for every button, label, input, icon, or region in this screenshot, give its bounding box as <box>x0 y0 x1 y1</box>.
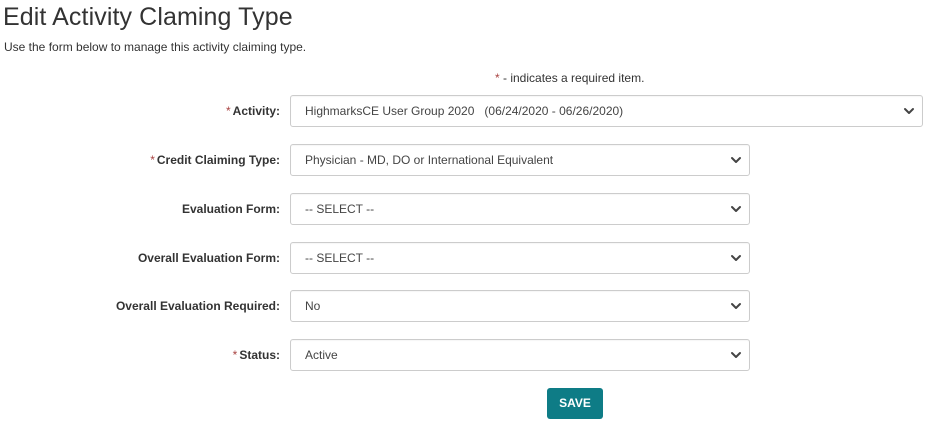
status-select-value: Active <box>305 348 338 362</box>
credit-claiming-type-label: * Credit Claiming Type: <box>150 153 280 167</box>
form-row-status: * Status: Active <box>0 339 931 371</box>
required-star: * <box>232 348 238 362</box>
form-row-credit-claiming-type: * Credit Claiming Type: Physician - MD, D… <box>0 144 931 176</box>
overall-evaluation-form-label: Overall Evaluation Form: <box>137 251 280 265</box>
save-button[interactable]: SAVE <box>547 388 603 419</box>
required-note-text: - indicates a required item. <box>499 71 645 85</box>
overall-evaluation-form-select-value: -- SELECT -- <box>305 251 375 265</box>
credit-claiming-type-select-value: Physician - MD, DO or International Equi… <box>305 153 554 167</box>
evaluation-form-select-value: -- SELECT -- <box>305 202 375 216</box>
status-label: * Status: <box>232 348 280 362</box>
chevron-down-icon <box>731 206 741 212</box>
overall-evaluation-form-select[interactable]: -- SELECT -- <box>290 242 750 274</box>
activity-select-value: HighmarksCE User Group 2020 (06/24/2020 … <box>305 104 624 118</box>
chevron-down-icon <box>904 108 914 114</box>
activity-select[interactable]: HighmarksCE User Group 2020 (06/24/2020 … <box>290 95 923 127</box>
chevron-down-icon <box>731 255 741 261</box>
required-star: * <box>150 153 155 167</box>
required-star: * <box>225 104 231 118</box>
status-select[interactable]: Active <box>290 339 750 371</box>
credit-claiming-type-select[interactable]: Physician - MD, DO or International Equi… <box>290 144 750 176</box>
required-note: * - indicates a required item. <box>495 70 644 86</box>
evaluation-form-label: Evaluation Form: <box>181 202 280 216</box>
chevron-down-icon <box>731 352 741 358</box>
form-row-overall-evaluation-form: Overall Evaluation Form: -- SELECT -- <box>0 242 931 274</box>
page-title: Edit Activity Claming Type <box>3 3 293 31</box>
overall-evaluation-required-select-value: No <box>305 299 321 313</box>
overall-evaluation-required-select[interactable]: No <box>290 290 750 322</box>
chevron-down-icon <box>731 303 741 309</box>
form-row-overall-evaluation-required: Overall Evaluation Required: No <box>0 290 931 322</box>
page-description: Use the form below to manage this activi… <box>4 40 307 54</box>
form-row-activity: * Activity: HighmarksCE User Group 2020 (… <box>0 95 931 127</box>
overall-evaluation-required-label: Overall Evaluation Required: <box>115 299 280 313</box>
chevron-down-icon <box>731 157 741 163</box>
form-row-evaluation-form: Evaluation Form: -- SELECT -- <box>0 193 931 225</box>
activity-label: * Activity: <box>225 104 280 118</box>
evaluation-form-select[interactable]: -- SELECT -- <box>290 193 750 225</box>
